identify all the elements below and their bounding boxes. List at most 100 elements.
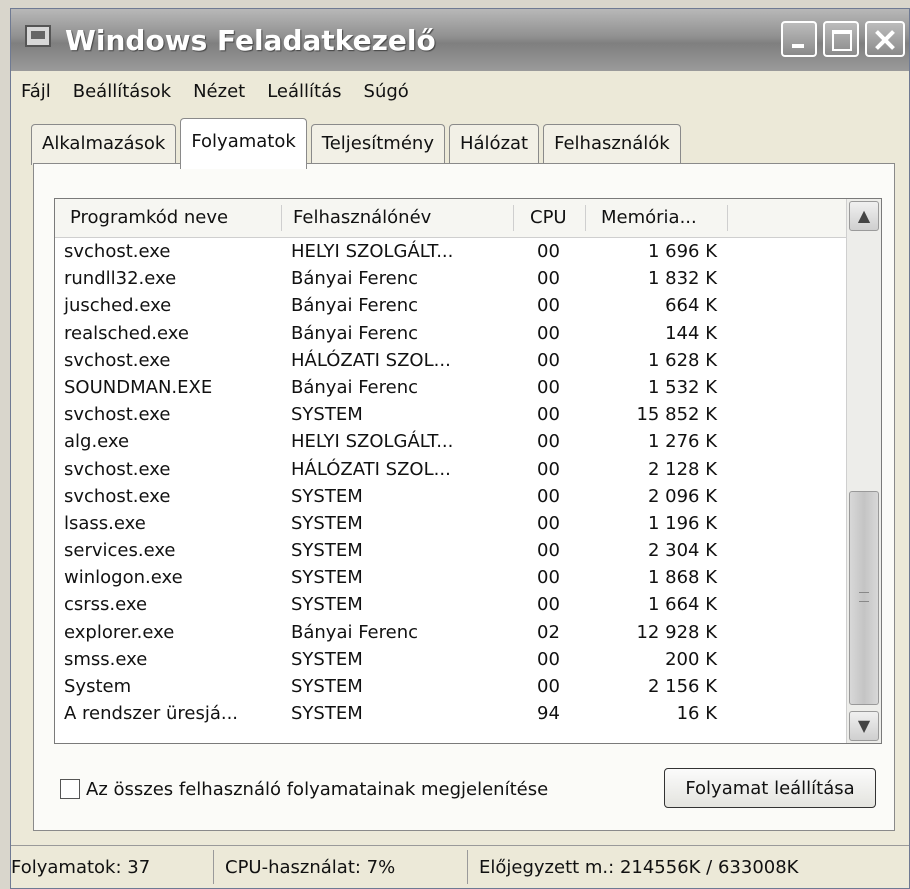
show-all-users-label[interactable]: Az összes felhasználó folyamatainak megj… <box>86 779 548 800</box>
process-memory: 2 096 K <box>647 485 717 507</box>
task-manager-window: Windows Feladatkezelő Fájl Beállítások N… <box>10 8 910 889</box>
column-image-name[interactable]: Programkód neve <box>70 207 228 228</box>
table-row[interactable]: alg.exe HELYI SZOLGÁLT... 00 1 276 K <box>55 429 847 456</box>
menu-shutdown[interactable]: Leállítás <box>267 81 341 102</box>
window-title: Windows Feladatkezelő <box>65 24 436 57</box>
end-process-button[interactable]: Folyamat leállítása <box>664 768 876 808</box>
tab-users[interactable]: Felhasználók <box>543 124 681 165</box>
status-divider <box>213 850 214 884</box>
process-memory: 1 628 K <box>647 349 717 371</box>
process-cpu: 00 <box>537 540 560 562</box>
table-row[interactable]: A rendszer üresjá... SYSTEM 94 16 K <box>55 701 847 728</box>
table-row[interactable]: rundll32.exe Bányai Ferenc 00 1 832 K <box>55 266 847 293</box>
process-name: csrss.exe <box>64 594 148 616</box>
menu-view[interactable]: Nézet <box>193 81 245 102</box>
process-memory: 15 852 K <box>636 404 717 426</box>
title-bar[interactable]: Windows Feladatkezelő <box>11 9 909 71</box>
process-memory: 200 K <box>665 648 717 670</box>
process-cpu: 00 <box>537 295 560 317</box>
tab-applications[interactable]: Alkalmazások <box>31 124 177 165</box>
column-divider[interactable] <box>513 205 514 231</box>
process-memory: 144 K <box>665 322 717 344</box>
process-memory: 2 156 K <box>647 676 717 697</box>
minimize-button[interactable] <box>781 21 817 57</box>
process-cpu: 00 <box>537 241 560 262</box>
process-memory: 1 868 K <box>647 567 717 589</box>
process-user: Bányai Ferenc <box>291 376 419 398</box>
process-cpu: 00 <box>537 268 560 290</box>
menu-options[interactable]: Beállítások <box>73 81 171 102</box>
table-row[interactable]: explorer.exe Bányai Ferenc 02 12 928 K <box>55 620 847 647</box>
process-memory: 1 696 K <box>647 241 717 262</box>
table-row[interactable]: svchost.exe SYSTEM 00 2 096 K <box>55 484 847 511</box>
process-user: SYSTEM <box>291 594 363 616</box>
table-row[interactable]: svchost.exe HELYI SZOLGÁLT... 00 1 696 K <box>55 239 847 266</box>
process-user: SYSTEM <box>291 540 363 562</box>
maximize-button[interactable] <box>823 21 859 57</box>
process-name: svchost.exe <box>64 349 171 371</box>
task-manager-icon <box>25 25 51 47</box>
process-user: SYSTEM <box>291 512 363 534</box>
process-name: svchost.exe <box>64 485 171 507</box>
process-cpu: 00 <box>537 349 560 371</box>
process-cpu: 00 <box>537 485 560 507</box>
scroll-up-button[interactable]: ▲ <box>849 201 879 231</box>
close-button[interactable] <box>865 21 905 57</box>
table-row[interactable]: lsass.exe SYSTEM 00 1 196 K <box>55 511 847 538</box>
process-memory: 1 196 K <box>647 512 717 534</box>
tab-processes[interactable]: Folyamatok <box>180 118 307 169</box>
column-divider[interactable] <box>281 205 282 231</box>
tab-networking[interactable]: Hálózat <box>448 124 540 165</box>
table-row[interactable]: svchost.exe HÁLÓZATI SZOL... 00 1 628 K <box>55 348 847 375</box>
status-bar: Folyamatok: 37 CPU-használat: 7% Előjegy… <box>11 845 909 889</box>
process-name: explorer.exe <box>64 621 175 643</box>
process-memory: 1 532 K <box>647 376 717 398</box>
process-name: svchost.exe <box>64 404 171 426</box>
process-cpu: 00 <box>537 404 560 426</box>
column-memory[interactable]: Memória... <box>601 207 697 228</box>
column-divider[interactable] <box>585 205 586 231</box>
process-name: services.exe <box>64 540 176 562</box>
table-row[interactable]: winlogon.exe SYSTEM 00 1 868 K <box>55 565 847 592</box>
table-row[interactable]: services.exe SYSTEM 00 2 304 K <box>55 538 847 565</box>
process-list[interactable]: Programkód neve Felhasználónév CPU Memór… <box>54 198 882 744</box>
process-cpu: 00 <box>537 648 560 670</box>
process-user: Bányai Ferenc <box>291 295 419 317</box>
process-cpu: 94 <box>537 703 560 725</box>
column-cpu[interactable]: CPU <box>530 207 567 228</box>
table-row[interactable]: csrss.exe SYSTEM 00 1 664 K <box>55 592 847 619</box>
process-memory: 1 664 K <box>647 594 717 616</box>
process-memory: 12 928 K <box>636 621 717 643</box>
vertical-scrollbar[interactable]: ▲ ▼ <box>846 199 881 743</box>
process-user: SYSTEM <box>291 703 363 725</box>
scroll-down-button[interactable]: ▼ <box>849 711 879 741</box>
menu-file[interactable]: Fájl <box>21 81 51 102</box>
process-cpu: 00 <box>537 322 560 344</box>
process-user: HÁLÓZATI SZOL... <box>291 349 451 371</box>
table-row[interactable]: realsched.exe Bányai Ferenc 00 144 K <box>55 321 847 348</box>
process-cpu: 00 <box>537 458 560 480</box>
show-all-users-checkbox[interactable] <box>60 779 80 799</box>
process-cpu: 00 <box>537 594 560 616</box>
column-divider[interactable] <box>727 205 728 231</box>
table-row[interactable]: smss.exe SYSTEM 00 200 K <box>55 647 847 674</box>
table-row[interactable]: svchost.exe SYSTEM 00 15 852 K <box>55 402 847 429</box>
process-user: HELYI SZOLGÁLT... <box>291 431 454 453</box>
process-user: Bányai Ferenc <box>291 268 419 290</box>
table-row[interactable]: svchost.exe HÁLÓZATI SZOL... 00 2 128 K <box>55 457 847 484</box>
processes-panel: Programkód neve Felhasználónév CPU Memór… <box>33 163 895 831</box>
process-name: SOUNDMAN.EXE <box>64 376 213 398</box>
menu-help[interactable]: Súgó <box>364 81 409 102</box>
table-row[interactable]: jusched.exe Bányai Ferenc 00 664 K <box>55 293 847 320</box>
table-row[interactable]: System SYSTEM 00 2 156 K <box>55 674 847 701</box>
process-name: rundll32.exe <box>64 268 177 290</box>
table-row[interactable]: SOUNDMAN.EXE Bányai Ferenc 00 1 532 K <box>55 375 847 402</box>
show-all-users-option[interactable]: Az összes felhasználó folyamatainak megj… <box>60 774 548 804</box>
column-user-name[interactable]: Felhasználónév <box>293 207 431 228</box>
process-memory: 1 276 K <box>647 431 717 453</box>
scrollbar-thumb[interactable] <box>849 491 879 705</box>
process-name: svchost.exe <box>64 241 171 262</box>
process-cpu: 02 <box>537 621 560 643</box>
tab-strip: Alkalmazások Folyamatok Teljesítmény Hál… <box>31 118 685 169</box>
tab-performance[interactable]: Teljesítmény <box>310 124 445 165</box>
